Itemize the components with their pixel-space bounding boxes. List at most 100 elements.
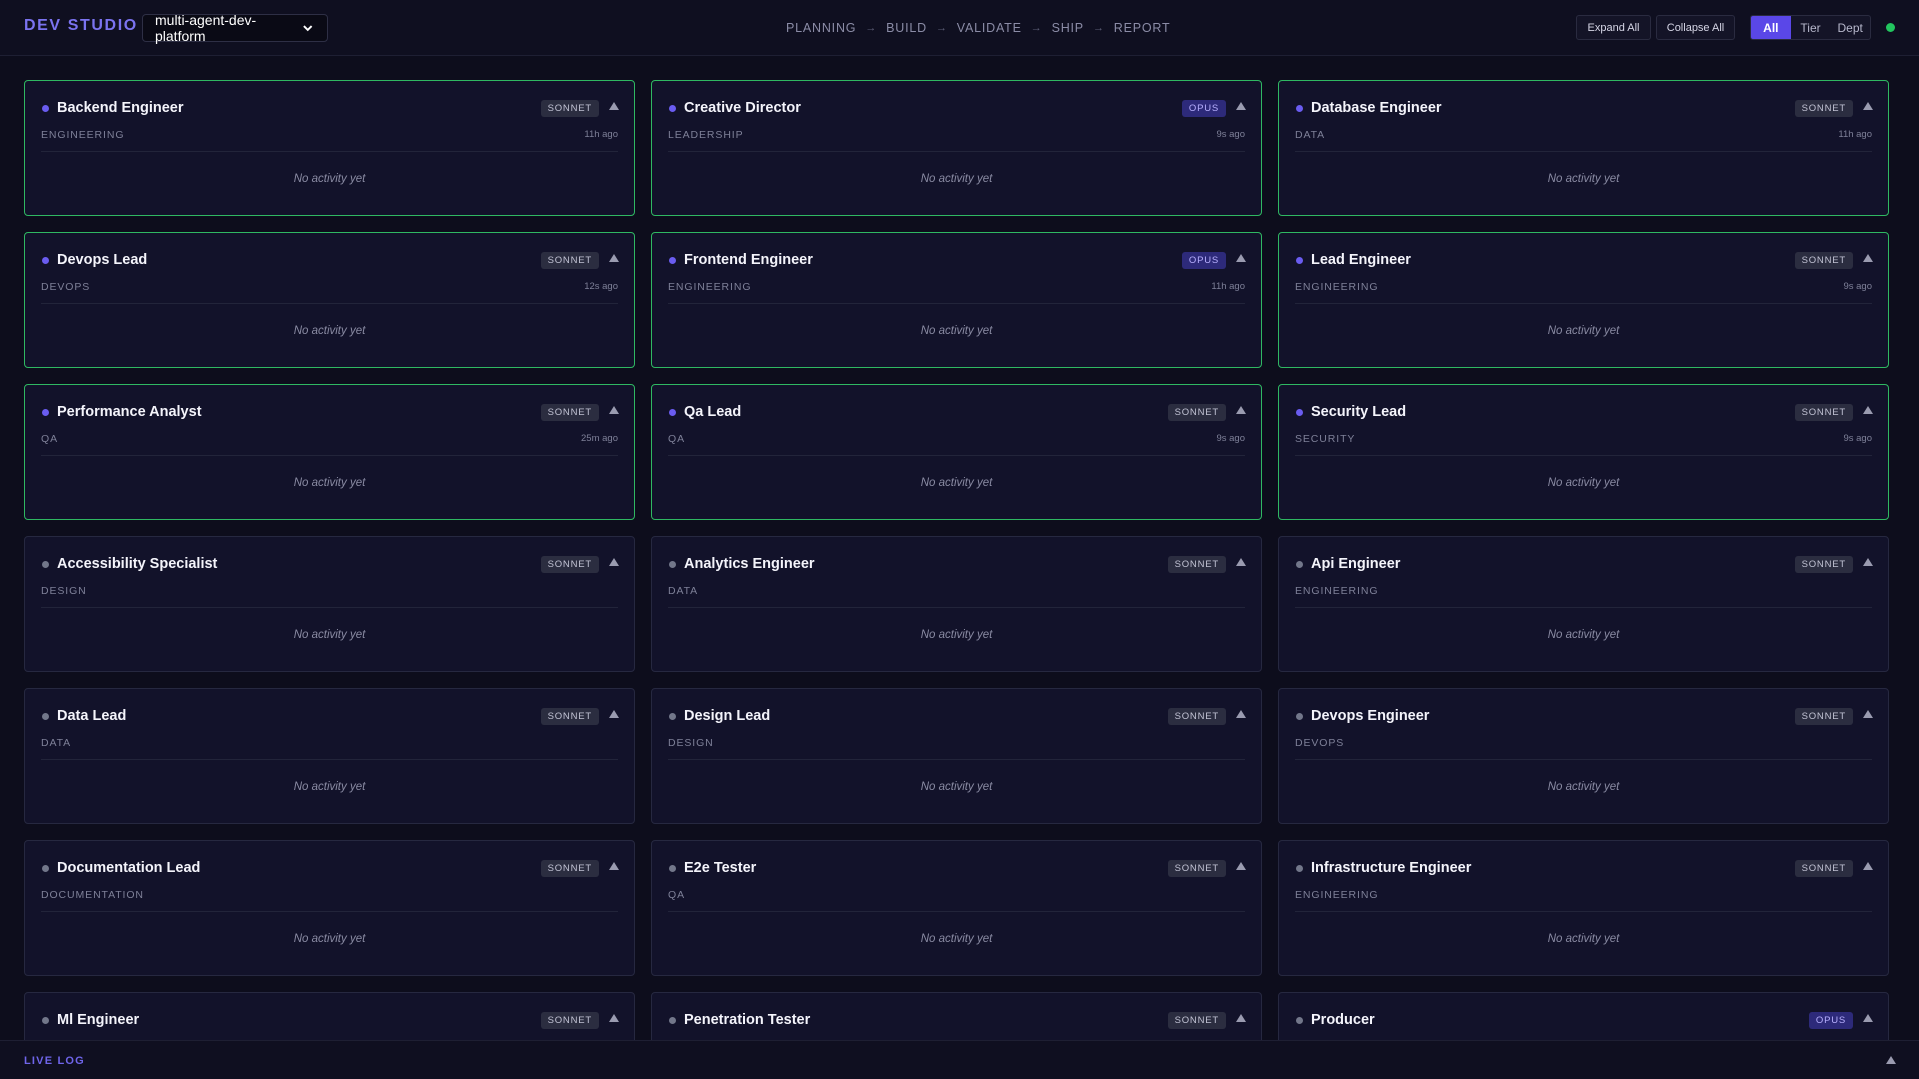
chevron-down-icon [303, 25, 313, 32]
model-badge: SONNET [540, 252, 599, 269]
caret-up-icon[interactable] [609, 862, 619, 870]
caret-up-icon[interactable] [1863, 406, 1873, 414]
arrow-right-icon: → [935, 22, 948, 34]
activity-placeholder: No activity yet [920, 933, 993, 945]
agent-card[interactable]: Security Lead SONNET SECURITY 9s ago No acti… [1278, 384, 1889, 520]
collapse-all-button[interactable]: Collapse All [1656, 15, 1735, 40]
card-divider [41, 911, 618, 912]
agent-card[interactable]: Design Lead SONNET DESIGN No activity yet [651, 688, 1262, 824]
agent-card[interactable]: Infrastructure Engineer SONNET ENGINEERING… [1278, 840, 1889, 976]
card-divider [668, 759, 1245, 760]
agent-card[interactable]: Data Lead SONNET DATA No activity yet [24, 688, 635, 824]
caret-up-icon[interactable] [609, 558, 619, 566]
agent-card[interactable]: Database Engineer SONNET DATA 11h ago No act… [1278, 80, 1889, 216]
agent-card[interactable]: Devops Engineer SONNET DEVOPS No activity y… [1278, 688, 1889, 824]
caret-up-icon[interactable] [1863, 558, 1873, 566]
arrow-right-icon: → [865, 22, 878, 34]
card-divider [1295, 455, 1872, 456]
caret-up-icon[interactable] [1236, 710, 1246, 718]
model-badge: SONNET [540, 1012, 599, 1029]
caret-up-icon[interactable] [609, 710, 619, 718]
project-select-value: multi-agent-dev-platform [155, 12, 257, 44]
stage-report: REPORT [1113, 21, 1171, 35]
caret-up-icon[interactable] [609, 1014, 619, 1022]
agent-department: ENGINEERING [1295, 585, 1379, 597]
agent-name: Devops Engineer [1311, 708, 1430, 724]
activity-placeholder: No activity yet [293, 325, 366, 337]
pipeline-stages: PLANNING → BUILD → VALIDATE → SHIP → REP… [786, 20, 1170, 36]
agent-name: Security Lead [1311, 404, 1407, 420]
status-dot-icon [669, 257, 676, 264]
last-active-time: 12s ago [584, 281, 618, 292]
agent-department: ENGINEERING [1295, 889, 1379, 901]
top-bar: DEV STUDIO multi-agent-dev-platform PLAN… [0, 0, 1919, 56]
agent-department: DEVOPS [41, 281, 91, 293]
stage-planning: PLANNING [786, 21, 857, 35]
agent-card[interactable]: Creative Director OPUS LEADERSHIP 9s ago No … [651, 80, 1262, 216]
arrow-right-icon: → [1092, 22, 1105, 34]
agent-card[interactable]: Penetration Tester SONNET [651, 992, 1262, 1040]
caret-up-icon[interactable] [1236, 102, 1246, 110]
caret-up-icon[interactable] [1236, 1014, 1246, 1022]
status-dot-icon [42, 105, 49, 112]
status-dot-icon [1296, 257, 1303, 264]
activity-placeholder: No activity yet [293, 173, 366, 185]
view-option-all[interactable]: All [1751, 16, 1791, 39]
caret-up-icon[interactable] [1236, 862, 1246, 870]
agent-card[interactable]: Ml Engineer SONNET [24, 992, 635, 1040]
card-divider [668, 151, 1245, 152]
model-badge: SONNET [540, 100, 599, 117]
agent-card[interactable]: Devops Lead SONNET DEVOPS 12s ago No activit… [24, 232, 635, 368]
caret-up-icon[interactable] [1236, 406, 1246, 414]
status-dot-icon [42, 713, 49, 720]
last-active-time: 11h ago [1211, 281, 1245, 292]
status-dot-icon [1296, 1017, 1303, 1024]
model-badge: OPUS [1181, 100, 1226, 117]
agent-card[interactable]: Qa Lead SONNET QA 9s ago No activity yet [651, 384, 1262, 520]
agent-name: Performance Analyst [57, 404, 202, 420]
caret-up-icon[interactable] [609, 102, 619, 110]
last-active-time: 11h ago [1838, 129, 1872, 140]
activity-placeholder: No activity yet [1547, 933, 1620, 945]
caret-up-icon[interactable] [1863, 1014, 1873, 1022]
agent-card[interactable]: Analytics Engineer SONNET DATA No activity … [651, 536, 1262, 672]
agent-card[interactable]: Producer OPUS [1278, 992, 1889, 1040]
view-option-tier[interactable]: Tier [1791, 16, 1831, 39]
caret-up-icon[interactable] [609, 406, 619, 414]
agent-card[interactable]: Lead Engineer SONNET ENGINEERING 9s ago No a… [1278, 232, 1889, 368]
project-select[interactable]: multi-agent-dev-platform [142, 12, 328, 44]
activity-placeholder: No activity yet [1547, 781, 1620, 793]
status-dot-icon [669, 713, 676, 720]
connection-status-indicator [1886, 23, 1895, 32]
agent-card[interactable]: Performance Analyst SONNET QA 25m ago No act… [24, 384, 635, 520]
status-dot-icon [42, 409, 49, 416]
activity-placeholder: No activity yet [920, 781, 993, 793]
caret-up-icon[interactable] [1863, 710, 1873, 718]
caret-up-icon[interactable] [1236, 254, 1246, 262]
model-badge: SONNET [540, 708, 599, 725]
caret-up-icon[interactable] [1863, 862, 1873, 870]
activity-placeholder: No activity yet [293, 781, 366, 793]
agent-department: DOCUMENTATION [41, 889, 144, 901]
agent-card[interactable]: Frontend Engineer OPUS ENGINEERING 11h ago N… [651, 232, 1262, 368]
stage-ship: SHIP [1051, 21, 1084, 35]
model-badge: SONNET [540, 556, 599, 573]
caret-up-icon[interactable] [1886, 1056, 1896, 1064]
last-active-time: 9s ago [1843, 281, 1872, 292]
caret-up-icon[interactable] [1236, 558, 1246, 566]
agent-name: Infrastructure Engineer [1311, 860, 1472, 876]
caret-up-icon[interactable] [1863, 254, 1873, 262]
agent-card[interactable]: Api Engineer SONNET ENGINEERING No activity… [1278, 536, 1889, 672]
expand-all-button[interactable]: Expand All [1576, 15, 1651, 40]
agent-card[interactable]: Documentation Lead SONNET DOCUMENTATION No … [24, 840, 635, 976]
agent-name: Database Engineer [1311, 100, 1442, 116]
agent-card[interactable]: Accessibility Specialist SONNET DESIGN No a… [24, 536, 635, 672]
agent-name: Backend Engineer [57, 100, 184, 116]
card-divider [1295, 151, 1872, 152]
live-log-panel[interactable]: LIVE LOG [0, 1040, 1919, 1079]
caret-up-icon[interactable] [1863, 102, 1873, 110]
agent-card[interactable]: E2e Tester SONNET QA No activity yet [651, 840, 1262, 976]
agent-card[interactable]: Backend Engineer SONNET ENGINEERING 11h ago… [24, 80, 635, 216]
caret-up-icon[interactable] [609, 254, 619, 262]
view-option-dept[interactable]: Dept [1830, 16, 1870, 39]
